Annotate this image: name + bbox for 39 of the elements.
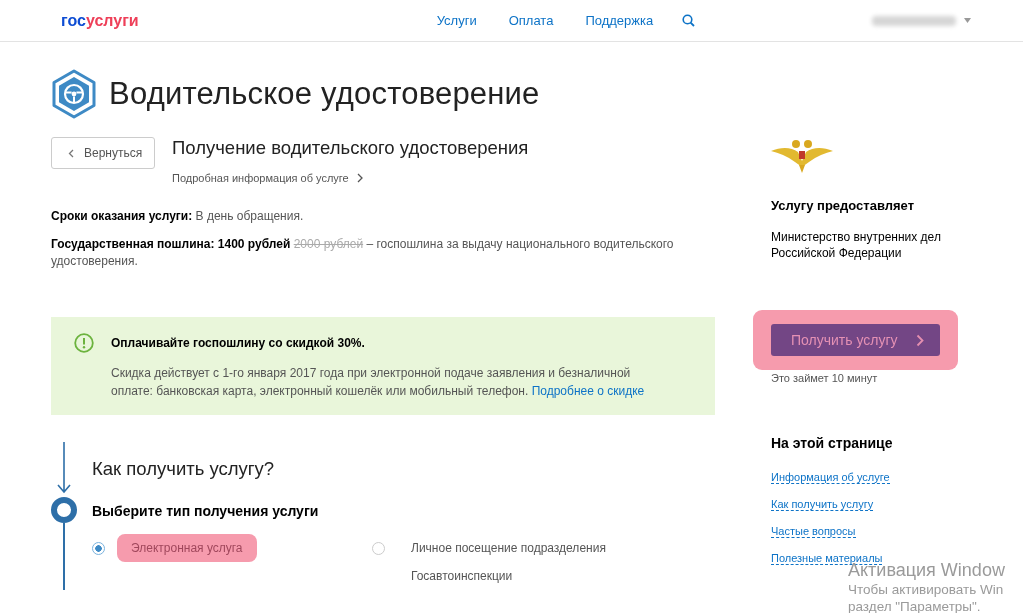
chevron-left-icon xyxy=(68,148,74,158)
exclamation-icon xyxy=(74,333,94,353)
logo[interactable]: госуслуги xyxy=(61,11,139,30)
nav-link[interactable]: Поддержка xyxy=(585,13,654,28)
page-anchor-link[interactable]: Полезные материалы xyxy=(771,552,883,565)
provider-name: Министерство внутренних дел Российской Федерации xyxy=(771,229,942,261)
page-anchor-link[interactable]: Как получить услугу xyxy=(771,498,874,511)
notice-text: Скидка действует с 1-го января 2017 года при электронной подаче заявления и безналичной оплате: банковская карта, электронный кошелёк или мобильный телефон. Подробнее о скидке xyxy=(111,365,646,400)
eagle-emblem-drawing xyxy=(771,137,833,173)
down-arrow-icon xyxy=(56,442,71,494)
on-page-heading: На этой странице xyxy=(771,435,893,451)
discount-link[interactable]: Подробнее о скидке xyxy=(531,384,645,398)
back-button[interactable]: Вернуться xyxy=(51,137,155,169)
time-note: Это займет 10 минут xyxy=(771,372,878,384)
term-text: Сроки оказания услуги: В день обращения. xyxy=(51,208,305,225)
highlighted-option-label[interactable]: Электронная услуга xyxy=(117,534,257,562)
provider-heading: Услугу предоставляет xyxy=(771,198,915,213)
page-title: Водительское удостоверение xyxy=(109,76,540,112)
search-icon[interactable] xyxy=(682,14,696,27)
nav-link[interactable]: Оплата xyxy=(508,13,554,28)
step-title: Выберите тип получения услуги xyxy=(92,503,320,519)
caret-icon[interactable] xyxy=(964,18,971,23)
get-service-button[interactable]: Получить услугу xyxy=(771,324,940,356)
notice-title: Оплачивайте госпошлину со скидкой 30%. xyxy=(111,336,366,350)
page-anchor-link[interactable]: Частые вопросы xyxy=(771,525,856,538)
option-label[interactable]: Личное посещение подразделения Госавтоинспекции xyxy=(411,534,641,590)
page-anchor-link[interactable]: Информация об услуге xyxy=(771,471,890,484)
section-title: Как получить услугу? xyxy=(92,458,276,480)
nav-link[interactable]: Услуги xyxy=(436,13,477,28)
steering-wheel-icon xyxy=(51,69,97,119)
chevron-right-icon xyxy=(915,333,924,347)
details-link[interactable]: Подробная информация об услуге xyxy=(172,172,529,184)
activation-text: Чтобы активировать Win xyxy=(848,581,1005,598)
radio-button[interactable] xyxy=(92,542,105,555)
activation-text: раздел "Параметры". xyxy=(848,598,982,613)
radio-button[interactable] xyxy=(372,542,385,555)
term-text: Государственная пошлина: 1400 рублей 2000 рублей – госпошлина за выдачу национального водительского удостоверения. xyxy=(51,236,675,270)
chevron-right-icon xyxy=(356,173,363,183)
service-title: Получение водительского удостоверения xyxy=(172,137,529,159)
